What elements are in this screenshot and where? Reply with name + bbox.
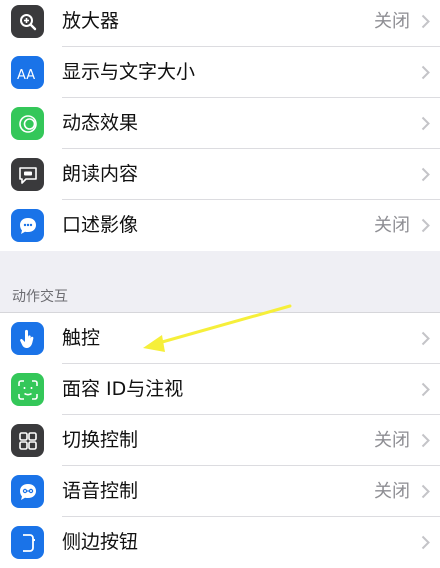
chevron-right-icon — [421, 331, 430, 346]
chevron-right-icon — [421, 116, 430, 131]
chevron-right-icon — [421, 535, 430, 550]
setting-row-side-button[interactable]: 侧边按钮 — [0, 517, 440, 568]
voice-control-icon — [11, 475, 44, 508]
setting-label: 语音控制 — [62, 480, 139, 502]
setting-label: 口述影像 — [62, 214, 139, 236]
section-header-interaction: 动作交互 — [12, 289, 68, 305]
setting-value: 关闭 — [374, 11, 410, 32]
chevron-right-icon — [421, 65, 430, 80]
setting-label: 切换控制 — [62, 429, 139, 451]
setting-row-touch[interactable]: 触控 — [0, 313, 440, 364]
setting-value: 关闭 — [374, 481, 410, 502]
chevron-right-icon — [421, 484, 430, 499]
hand-touch-icon — [11, 322, 44, 355]
setting-row-voice-control[interactable]: 语音控制 关闭 — [0, 466, 440, 517]
motion-icon — [11, 107, 44, 140]
setting-row-magnifier[interactable]: 放大器 关闭 — [0, 0, 440, 47]
speech-bubble-icon — [11, 158, 44, 191]
chevron-right-icon — [421, 382, 430, 397]
side-button-icon — [11, 526, 44, 559]
setting-row-audio-description[interactable]: 口述影像 关闭 — [0, 200, 440, 251]
setting-label: 触控 — [62, 327, 101, 349]
vision-settings-group: 放大器 关闭 AA 显示与文字大小 动态效果 朗读内容 口述影像 关闭 — [0, 0, 440, 251]
zoom-icon — [11, 5, 44, 38]
setting-row-switch-control[interactable]: 切换控制 关闭 — [0, 415, 440, 466]
audio-description-icon — [11, 209, 44, 242]
chevron-right-icon — [421, 433, 430, 448]
setting-label: 放大器 — [62, 10, 120, 32]
setting-label: 动态效果 — [62, 112, 139, 134]
svg-text:AA: AA — [17, 68, 35, 82]
setting-label: 侧边按钮 — [62, 531, 139, 553]
setting-label: 面容 ID与注视 — [62, 378, 184, 400]
interaction-settings-group: 触控 面容 ID与注视 切换控制 关闭 语音控制 关闭 侧边按钮 — [0, 313, 440, 568]
setting-label: 显示与文字大小 — [62, 61, 196, 83]
chevron-right-icon — [421, 167, 430, 182]
chevron-right-icon — [421, 218, 430, 233]
switch-control-icon — [11, 424, 44, 457]
setting-row-spoken-content[interactable]: 朗读内容 — [0, 149, 440, 200]
setting-row-face-id-attention[interactable]: 面容 ID与注视 — [0, 364, 440, 415]
face-id-icon — [11, 373, 44, 406]
setting-label: 朗读内容 — [62, 163, 139, 185]
setting-row-motion[interactable]: 动态效果 — [0, 98, 440, 149]
setting-row-display-text-size[interactable]: AA 显示与文字大小 — [0, 47, 440, 98]
setting-value: 关闭 — [374, 215, 410, 236]
text-size-icon: AA — [11, 56, 44, 89]
setting-value: 关闭 — [374, 430, 410, 451]
chevron-right-icon — [421, 14, 430, 29]
